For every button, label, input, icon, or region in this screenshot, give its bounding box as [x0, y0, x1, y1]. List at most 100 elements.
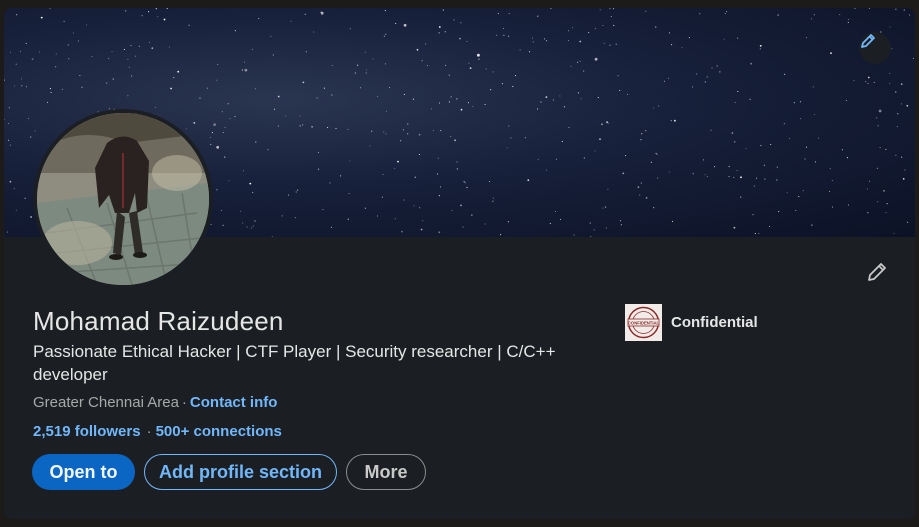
star	[401, 230, 403, 233]
star	[395, 22, 397, 24]
star	[537, 158, 539, 160]
star	[460, 108, 463, 111]
star	[798, 196, 800, 198]
star	[508, 125, 510, 127]
star	[453, 19, 455, 21]
star	[299, 125, 301, 127]
star	[868, 8, 870, 9]
star	[724, 13, 726, 15]
star	[734, 101, 736, 103]
star	[645, 197, 648, 199]
star	[477, 53, 480, 57]
star	[209, 136, 212, 139]
more-button[interactable]: More	[346, 454, 426, 490]
star	[900, 83, 903, 85]
star	[460, 204, 462, 207]
star	[55, 66, 57, 68]
star	[622, 172, 625, 175]
star	[668, 171, 670, 173]
star	[377, 96, 379, 98]
star	[653, 207, 655, 209]
star	[559, 218, 562, 220]
connections-link[interactable]: 500+ connections	[156, 423, 282, 440]
star	[302, 81, 305, 84]
star	[304, 13, 306, 15]
star	[413, 205, 415, 207]
star	[550, 8, 552, 9]
star	[811, 224, 813, 226]
star	[867, 212, 869, 214]
star	[810, 18, 812, 20]
star	[148, 41, 150, 43]
star	[776, 179, 778, 181]
star	[14, 85, 16, 87]
star	[400, 140, 402, 142]
star	[242, 222, 244, 224]
star	[620, 224, 622, 226]
star	[893, 232, 895, 234]
star	[16, 14, 18, 16]
star	[340, 175, 342, 177]
star	[609, 8, 611, 10]
star	[728, 175, 730, 178]
svg-text:CONFIDENTIAL: CONFIDENTIAL	[628, 320, 660, 325]
star	[316, 97, 318, 99]
star	[889, 82, 891, 84]
star	[873, 81, 875, 83]
star	[540, 101, 542, 103]
followers-link[interactable]: 2,519 followers	[33, 423, 141, 440]
star	[220, 209, 222, 212]
star	[210, 143, 212, 145]
contact-info-link[interactable]: Contact info	[190, 394, 278, 411]
star	[503, 27, 505, 29]
star	[853, 80, 855, 82]
star	[866, 188, 868, 190]
star	[733, 226, 736, 229]
star	[847, 21, 849, 23]
star	[224, 156, 226, 158]
star	[369, 145, 371, 147]
star	[876, 117, 878, 119]
star	[671, 220, 674, 222]
star	[252, 191, 254, 193]
star	[577, 92, 579, 94]
edit-intro-button[interactable]	[861, 256, 893, 288]
edit-banner-button[interactable]	[859, 32, 891, 64]
star	[641, 133, 643, 135]
star	[800, 118, 802, 120]
star	[252, 225, 254, 227]
star	[814, 161, 816, 163]
star	[347, 128, 349, 130]
star	[442, 9, 444, 11]
star	[403, 199, 405, 201]
star	[589, 222, 591, 224]
star	[456, 161, 458, 163]
star	[485, 68, 487, 70]
star	[254, 220, 256, 222]
star	[768, 225, 771, 227]
star	[514, 75, 517, 77]
profile-photo[interactable]	[33, 109, 213, 289]
star	[456, 98, 458, 100]
star	[77, 40, 79, 42]
star	[6, 231, 8, 233]
star	[784, 73, 786, 75]
star	[878, 109, 882, 113]
add-profile-section-button[interactable]: Add profile section	[144, 454, 337, 490]
star	[663, 80, 665, 82]
profile-photo-image	[37, 113, 209, 285]
star	[125, 10, 127, 12]
star	[885, 212, 887, 214]
star	[228, 180, 230, 182]
star	[349, 28, 351, 30]
open-to-button[interactable]: Open to	[32, 454, 135, 490]
star	[234, 116, 236, 118]
current-company[interactable]: CONFIDENTIAL Confidential	[625, 304, 758, 341]
star	[394, 167, 396, 170]
star	[7, 122, 9, 125]
star	[30, 216, 32, 218]
star	[249, 182, 252, 185]
star	[123, 48, 125, 50]
star	[734, 141, 736, 143]
star	[609, 44, 611, 46]
